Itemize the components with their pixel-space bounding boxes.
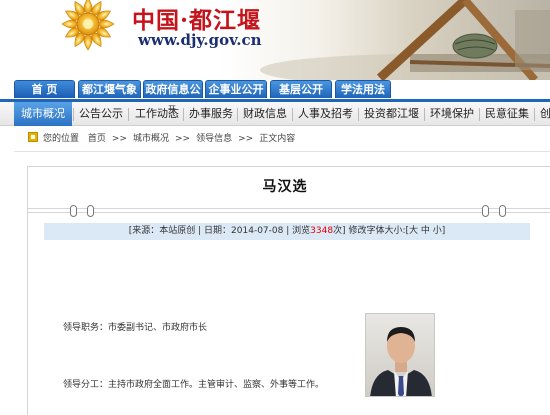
- article-meta-bar: [来源：本站原创 | 日期：2014-07-08 | 浏览3348次] 修改字体…: [44, 223, 530, 240]
- tab-gov-info[interactable]: 政府信息公: [143, 80, 203, 98]
- top-tab-row: 首 页 都江堰气象 政府信息公 企事业公开 基层公开 学法用法: [0, 80, 550, 99]
- clip-icon: [482, 205, 489, 217]
- location-icon: [28, 132, 38, 142]
- breadcrumb-divider: [14, 151, 550, 152]
- nav-item-finance[interactable]: 财政信息: [243, 102, 287, 126]
- nav-divider: [237, 108, 238, 121]
- meta-views-label: | 浏览: [286, 226, 311, 236]
- clip-icon: [499, 205, 506, 217]
- meta-date: | 日期：2014-07-08: [198, 226, 284, 236]
- leader-portrait: [365, 313, 435, 397]
- nav-divider: [183, 108, 184, 121]
- nav-divider: [424, 108, 425, 121]
- nav-divider: [292, 108, 293, 121]
- leader-division: 领导分工：主持市政府全面工作。主管审计、监察、外事等工作。: [63, 380, 325, 390]
- nav-overlay-mark: 开: [168, 105, 176, 114]
- nav-divider: [534, 108, 535, 121]
- meta-source: [来源：本站原创: [128, 226, 196, 236]
- clip-icon: [70, 205, 77, 217]
- nav-item-notices[interactable]: 公告公示: [79, 102, 123, 126]
- meta-views-count: 3348: [310, 226, 334, 236]
- font-size-control[interactable]: 修改字体大小:[大 中 小]: [348, 226, 445, 236]
- nav-item-innovation[interactable]: 创: [540, 102, 550, 126]
- article-title: 马汉选: [262, 179, 308, 195]
- breadcrumb-link-leaders[interactable]: 领导信息: [196, 132, 232, 146]
- breadcrumb: 您的位置 首页 >> 城市概况 >> 领导信息 >> 正文内容: [28, 132, 301, 146]
- nav-item-services[interactable]: 办事服务: [189, 102, 233, 126]
- tab-home[interactable]: 首 页: [14, 80, 75, 98]
- nav-divider: [73, 108, 74, 121]
- tab-grassroots[interactable]: 基层公开: [270, 80, 332, 98]
- leader-duty: 领导职务：市委副书记、市政府市长: [63, 323, 208, 333]
- breadcrumb-separator: >>: [238, 134, 254, 144]
- breadcrumb-link-city[interactable]: 城市概况: [133, 132, 169, 146]
- main-nav: 城市概况 公告公示 工作动态 办事服务 财政信息 人事及招考 投资都江堰 环境保…: [0, 99, 550, 126]
- breadcrumb-current: 正文内容: [259, 134, 296, 144]
- nav-item-investment[interactable]: 投资都江堰: [364, 102, 419, 126]
- title-rule-top: [27, 208, 550, 209]
- nav-item-environment[interactable]: 环境保护: [430, 102, 474, 126]
- breadcrumb-separator: >>: [175, 134, 191, 144]
- breadcrumb-separator: >>: [111, 134, 127, 144]
- header-banner: 中国·都江堰 www.djy.gov.cn: [0, 0, 550, 80]
- tab-weather[interactable]: 都江堰气象: [78, 80, 141, 98]
- tab-enterprise[interactable]: 企事业公开: [205, 80, 267, 98]
- nav-divider: [479, 108, 480, 121]
- breadcrumb-link-home[interactable]: 首页: [88, 132, 106, 146]
- site-name: 中国·都江堰: [132, 7, 262, 34]
- nav-item-personnel[interactable]: 人事及招考: [298, 102, 353, 126]
- nav-divider: [128, 108, 129, 121]
- banner-scene-image: [260, 0, 550, 80]
- clip-icon: [87, 205, 94, 217]
- tab-law[interactable]: 学法用法: [335, 80, 391, 98]
- breadcrumb-prefix: 您的位置: [43, 134, 80, 144]
- meta-views-unit: 次]: [333, 226, 346, 236]
- sun-logo-icon: [61, 0, 115, 51]
- site-url: www.djy.gov.cn: [138, 31, 262, 49]
- nav-divider: [358, 108, 359, 121]
- nav-item-city-overview[interactable]: 城市概况: [14, 102, 72, 126]
- title-rule-bottom: [27, 212, 550, 213]
- nav-item-opinion[interactable]: 民意征集: [485, 102, 529, 126]
